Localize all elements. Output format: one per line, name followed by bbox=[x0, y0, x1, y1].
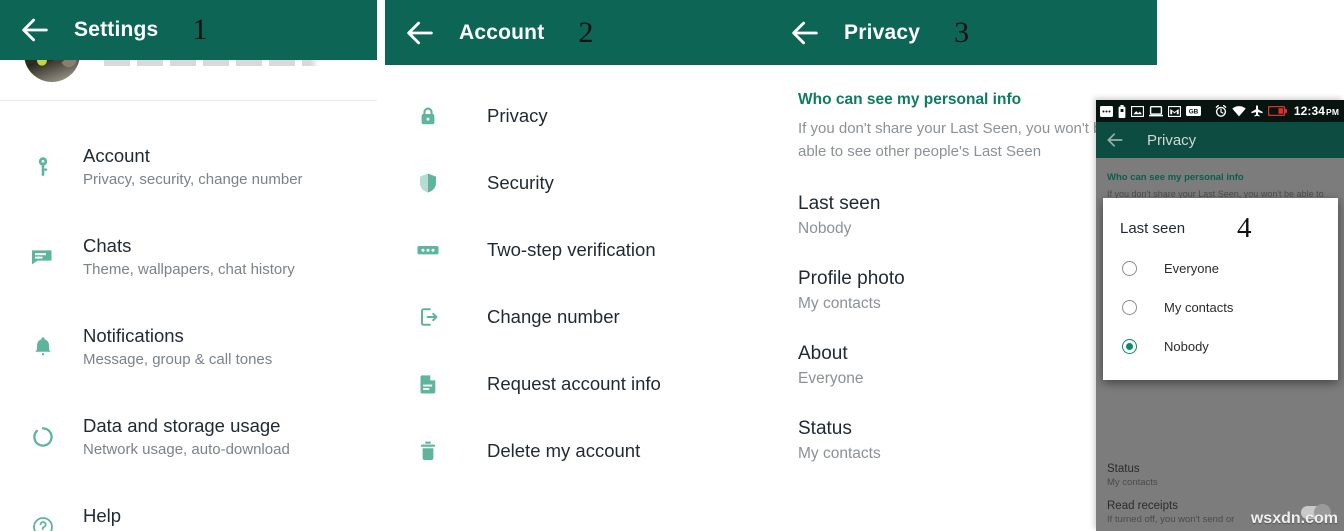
bell-icon bbox=[26, 330, 60, 364]
avatar bbox=[24, 60, 80, 82]
page-title: Privacy bbox=[844, 20, 921, 44]
shield-icon bbox=[411, 166, 445, 200]
row-subtitle: Theme, wallpapers, chat history bbox=[83, 261, 295, 279]
row-title: Data and storage usage bbox=[83, 415, 281, 437]
page-title: Account bbox=[459, 20, 545, 44]
row-title: Two-step verification bbox=[487, 238, 656, 260]
row-subtitle: Privacy, security, change number bbox=[83, 171, 303, 189]
row-title: Privacy bbox=[487, 104, 548, 126]
account-item-change-number[interactable]: Change number bbox=[385, 283, 770, 350]
pref-title: Status bbox=[1107, 463, 1140, 475]
screenshot-stage: Settings 1 Account Privacy, security, ch… bbox=[0, 0, 1344, 531]
phone-appbar: Privacy bbox=[1096, 122, 1344, 158]
divider bbox=[0, 100, 377, 101]
privacy-appbar: Privacy 3 bbox=[770, 0, 1157, 65]
row-title: Account bbox=[83, 145, 150, 167]
pref-status[interactable]: Status My contacts bbox=[1107, 463, 1344, 488]
back-arrow-icon[interactable] bbox=[18, 13, 52, 47]
status-bar: GB 12:34 PM bbox=[1096, 100, 1344, 122]
back-arrow-icon[interactable] bbox=[1105, 130, 1125, 150]
two-step-icon bbox=[411, 233, 445, 267]
profile-row[interactable] bbox=[0, 60, 377, 102]
clock-ampm: PM bbox=[1326, 107, 1339, 117]
wifi-icon bbox=[1232, 105, 1246, 117]
panel-settings: Settings 1 Account Privacy, security, ch… bbox=[0, 0, 377, 531]
account-item-request-account-info[interactable]: Request account info bbox=[385, 350, 770, 417]
profile-status-text bbox=[104, 60, 319, 66]
settings-list: Account Privacy, security, change number… bbox=[0, 122, 377, 531]
low-battery-icon bbox=[1268, 106, 1287, 116]
key-icon bbox=[26, 150, 60, 184]
page-title: Privacy bbox=[1147, 131, 1197, 149]
sidebar-item-account[interactable]: Account Privacy, security, change number bbox=[0, 122, 377, 212]
step-number: 1 bbox=[192, 13, 208, 46]
account-item-delete-my-account[interactable]: Delete my account bbox=[385, 417, 770, 484]
alarm-icon bbox=[1215, 105, 1227, 117]
back-arrow-icon[interactable] bbox=[403, 16, 437, 50]
more-dots-icon bbox=[1100, 105, 1113, 117]
sidebar-item-data-and-storage-usage[interactable]: Data and storage usage Network usage, au… bbox=[0, 392, 377, 482]
gmail-icon bbox=[1168, 105, 1181, 117]
row-title: Change number bbox=[487, 305, 620, 327]
status-clock: 12:34 PM bbox=[1294, 104, 1339, 118]
battery-temp-icon bbox=[1118, 104, 1126, 118]
dialog-title-row: Last seen 4 bbox=[1103, 214, 1338, 249]
account-list: Privacy Security Two-step verification C… bbox=[385, 82, 770, 484]
row-subtitle: Network usage, auto-download bbox=[83, 441, 290, 459]
gb-badge-icon: GB bbox=[1186, 106, 1201, 116]
row-title: Notifications bbox=[83, 325, 184, 347]
data-usage-icon bbox=[26, 420, 60, 454]
laptop-icon bbox=[1149, 105, 1163, 117]
chat-icon bbox=[26, 240, 60, 274]
row-title: Chats bbox=[83, 235, 132, 257]
row-subtitle: Message, group & call tones bbox=[83, 351, 273, 369]
sidebar-item-help[interactable]: Help FAQ, contact us, privacy policy bbox=[0, 482, 377, 531]
sidebar-item-notifications[interactable]: Notifications Message, group & call tone… bbox=[0, 302, 377, 392]
radio-label: Nobody bbox=[1164, 339, 1209, 354]
radio-button[interactable] bbox=[1122, 261, 1137, 276]
row-title: Help bbox=[83, 505, 122, 527]
watermark: wsxdn.com bbox=[1250, 510, 1338, 527]
last-seen-dialog: Last seen 4 Everyone My contacts Nobody bbox=[1103, 198, 1338, 380]
help-icon bbox=[26, 510, 60, 531]
change-number-icon bbox=[411, 300, 445, 334]
svg-text:GB: GB bbox=[1189, 109, 1199, 116]
pref-value: My contacts bbox=[1107, 477, 1158, 488]
dialog-title: Last seen bbox=[1120, 220, 1186, 237]
section-header: Who can see my personal info bbox=[1107, 172, 1244, 183]
trash-icon bbox=[411, 434, 445, 468]
settings-appbar: Settings 1 bbox=[0, 0, 377, 60]
radio-option-nobody[interactable]: Nobody bbox=[1103, 327, 1338, 366]
account-item-security[interactable]: Security bbox=[385, 149, 770, 216]
row-title: Security bbox=[487, 171, 554, 193]
radio-label: Everyone bbox=[1164, 261, 1219, 276]
lock-icon bbox=[411, 99, 445, 133]
account-item-two-step-verification[interactable]: Two-step verification bbox=[385, 216, 770, 283]
dimmed-privacy-content: Who can see my personal info If you don'… bbox=[1096, 158, 1344, 531]
panel-privacy-dialog-phone: GB 12:34 PM Privacy Who can see my perso… bbox=[1096, 100, 1344, 531]
back-arrow-icon[interactable] bbox=[788, 16, 822, 50]
row-title: Request account info bbox=[487, 372, 661, 394]
row-title: Delete my account bbox=[487, 439, 641, 461]
account-appbar: Account 2 bbox=[385, 0, 770, 65]
sidebar-item-chats[interactable]: Chats Theme, wallpapers, chat history bbox=[0, 212, 377, 302]
radio-button[interactable] bbox=[1122, 300, 1137, 315]
radio-button[interactable] bbox=[1122, 339, 1137, 354]
page-title: Settings bbox=[74, 18, 159, 41]
radio-option-my-contacts[interactable]: My contacts bbox=[1103, 288, 1338, 327]
account-item-privacy[interactable]: Privacy bbox=[385, 82, 770, 149]
step-number: 2 bbox=[578, 15, 594, 49]
section-description: If you don't share your Last Seen, you w… bbox=[798, 120, 1110, 160]
step-number: 3 bbox=[954, 15, 970, 49]
panel-account: Account 2 Privacy Security Two-step veri… bbox=[385, 0, 770, 531]
radio-label: My contacts bbox=[1164, 300, 1234, 315]
airplane-mode-icon bbox=[1251, 105, 1263, 117]
step-number: 4 bbox=[1237, 212, 1252, 244]
document-icon bbox=[411, 367, 445, 401]
clock-time: 12:34 bbox=[1293, 104, 1326, 118]
image-icon bbox=[1131, 105, 1144, 117]
radio-option-everyone[interactable]: Everyone bbox=[1103, 249, 1338, 288]
